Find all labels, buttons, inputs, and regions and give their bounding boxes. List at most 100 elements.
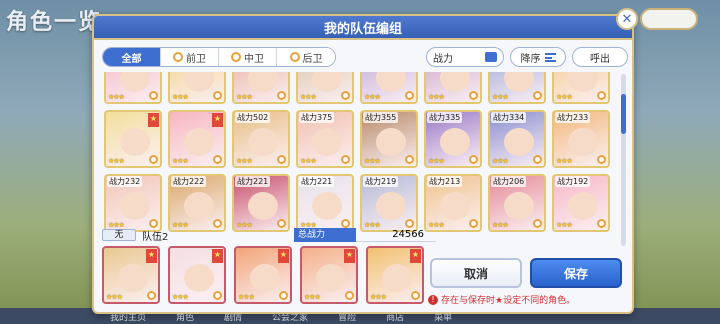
filter-row: 全部 前卫 中卫 后卫 战力 降序 呼出 bbox=[102, 46, 628, 68]
position-icon bbox=[289, 52, 300, 62]
character-portrait bbox=[440, 72, 470, 92]
character-power: 战力219 bbox=[363, 176, 399, 187]
star-rating: ★★★ bbox=[364, 157, 381, 165]
star-rating: ★★★ bbox=[556, 93, 573, 101]
party-slot[interactable]: ★★★ ★ bbox=[366, 246, 424, 304]
character-card[interactable]: ★★★ bbox=[232, 72, 290, 104]
rank-icon bbox=[277, 219, 286, 228]
sort-order-icon bbox=[544, 52, 556, 62]
tab-label: 全部 bbox=[121, 53, 142, 65]
rank-icon bbox=[279, 291, 288, 300]
character-card[interactable]: 战力206 ★★★ bbox=[488, 174, 546, 232]
party-slot[interactable]: ★★★ ★ bbox=[300, 246, 358, 304]
party-slot[interactable]: ★★★ ★ bbox=[168, 246, 226, 304]
background-badge bbox=[640, 8, 698, 30]
order-button[interactable]: 降序 bbox=[510, 47, 566, 67]
character-card[interactable]: ★★★ bbox=[552, 72, 610, 104]
character-portrait bbox=[382, 264, 412, 292]
rank-icon bbox=[597, 155, 606, 164]
character-power: 战力232 bbox=[107, 176, 143, 187]
character-portrait bbox=[440, 192, 470, 220]
character-card[interactable]: 战力221 ★★★ bbox=[296, 174, 354, 232]
rank-icon bbox=[405, 219, 414, 228]
character-card[interactable]: 战力355 ★★★ bbox=[360, 110, 418, 168]
character-card[interactable]: 战力334 ★★★ bbox=[488, 110, 546, 168]
sort-select[interactable]: 战力 bbox=[426, 47, 504, 67]
star-rating: ★★★ bbox=[304, 293, 321, 301]
rank-icon bbox=[345, 291, 354, 300]
character-card[interactable]: 战力221 ★★★ bbox=[232, 174, 290, 232]
cancel-button[interactable]: 取消 bbox=[430, 258, 522, 288]
star-flag-icon: ★ bbox=[148, 113, 159, 127]
character-card[interactable]: 战力232 ★★★ bbox=[104, 174, 162, 232]
character-power: 战力221 bbox=[235, 176, 271, 187]
party-slot[interactable]: ★★★ ★ bbox=[234, 246, 292, 304]
roster-row: ★★★ ★ ★★★ ★ 战力502 ★★★ 战力375 ★★★ 战力355 ★★★ 战力335 ★★★… bbox=[104, 110, 610, 168]
character-power: 战力222 bbox=[171, 176, 207, 187]
star-rating: ★★★ bbox=[428, 157, 445, 165]
character-card[interactable]: 战力213 ★★★ bbox=[424, 174, 482, 232]
rank-icon bbox=[147, 291, 156, 300]
rank-icon bbox=[533, 91, 542, 100]
character-portrait bbox=[312, 72, 342, 92]
character-portrait bbox=[120, 192, 150, 220]
roster-scrollbar[interactable] bbox=[621, 74, 626, 246]
character-power: 战力335 bbox=[427, 112, 463, 123]
character-portrait bbox=[248, 72, 278, 92]
call-button[interactable]: 呼出 bbox=[572, 47, 628, 67]
character-portrait bbox=[504, 192, 534, 220]
rank-icon bbox=[597, 91, 606, 100]
party-slot[interactable]: ★★★ ★ bbox=[102, 246, 160, 304]
tab-label: 中卫 bbox=[244, 53, 264, 65]
character-card[interactable]: ★★★ bbox=[296, 72, 354, 104]
roster-scroll-thumb[interactable] bbox=[621, 94, 626, 134]
rank-icon bbox=[405, 91, 414, 100]
team-tag: 无 bbox=[102, 229, 136, 241]
character-card[interactable]: 战力219 ★★★ bbox=[360, 174, 418, 232]
star-rating: ★★★ bbox=[370, 293, 387, 301]
total-power-label: 总战力 bbox=[294, 228, 356, 242]
star-rating: ★★★ bbox=[172, 93, 189, 101]
character-card[interactable]: ★★★ bbox=[360, 72, 418, 104]
save-button[interactable]: 保存 bbox=[530, 258, 622, 288]
character-card[interactable]: ★★★ ★ bbox=[168, 110, 226, 168]
character-card[interactable]: 战力233 ★★★ bbox=[552, 110, 610, 168]
character-card[interactable]: 战力375 ★★★ bbox=[296, 110, 354, 168]
character-portrait bbox=[184, 264, 214, 292]
rank-icon bbox=[213, 91, 222, 100]
close-icon[interactable]: ✕ bbox=[616, 8, 638, 30]
position-icon bbox=[231, 52, 241, 62]
tab-0[interactable]: 全部 bbox=[103, 48, 161, 66]
character-card[interactable]: ★★★ bbox=[104, 72, 162, 104]
rank-icon bbox=[341, 91, 350, 100]
tab-3[interactable]: 后卫 bbox=[277, 48, 335, 66]
tab-2[interactable]: 中卫 bbox=[219, 48, 277, 66]
character-card[interactable]: ★★★ bbox=[168, 72, 226, 104]
team-name: 队伍2 bbox=[142, 231, 169, 243]
character-portrait bbox=[248, 128, 278, 156]
character-card[interactable]: ★★★ ★ bbox=[104, 110, 162, 168]
character-card[interactable]: 战力222 ★★★ bbox=[168, 174, 226, 232]
roster-grid: ★★★ ★★★ ★★★ ★★★ ★★★ ★★★ ★★★ ★★★ ★★★ ★ ★★★ ★ 战力502 ★★★… bbox=[104, 72, 620, 250]
character-portrait bbox=[184, 192, 214, 220]
tab-1[interactable]: 前卫 bbox=[161, 48, 219, 66]
character-card[interactable]: 战力502 ★★★ bbox=[232, 110, 290, 168]
position-tabs: 全部 前卫 中卫 后卫 bbox=[102, 47, 336, 67]
rank-icon bbox=[277, 155, 286, 164]
character-card[interactable]: 战力335 ★★★ bbox=[424, 110, 482, 168]
character-power: 战力213 bbox=[427, 176, 463, 187]
warning-icon: ! bbox=[428, 294, 438, 305]
character-card[interactable]: ★★★ bbox=[424, 72, 482, 104]
character-portrait bbox=[376, 72, 406, 92]
character-card[interactable]: ★★★ bbox=[488, 72, 546, 104]
star-rating: ★★★ bbox=[172, 293, 189, 301]
rank-icon bbox=[533, 155, 542, 164]
roster-row: 战力232 ★★★ 战力222 ★★★ 战力221 ★★★ 战力221 ★★★ 战力219 ★★★… bbox=[104, 174, 610, 232]
star-flag-icon: ★ bbox=[410, 249, 421, 263]
character-card[interactable]: 战力192 ★★★ bbox=[552, 174, 610, 232]
character-portrait bbox=[120, 128, 150, 156]
star-rating: ★★★ bbox=[492, 93, 509, 101]
character-portrait bbox=[376, 128, 406, 156]
warning-message: ! 存在与保存时★设定不同的角色。 bbox=[428, 293, 575, 306]
character-portrait bbox=[184, 128, 214, 156]
